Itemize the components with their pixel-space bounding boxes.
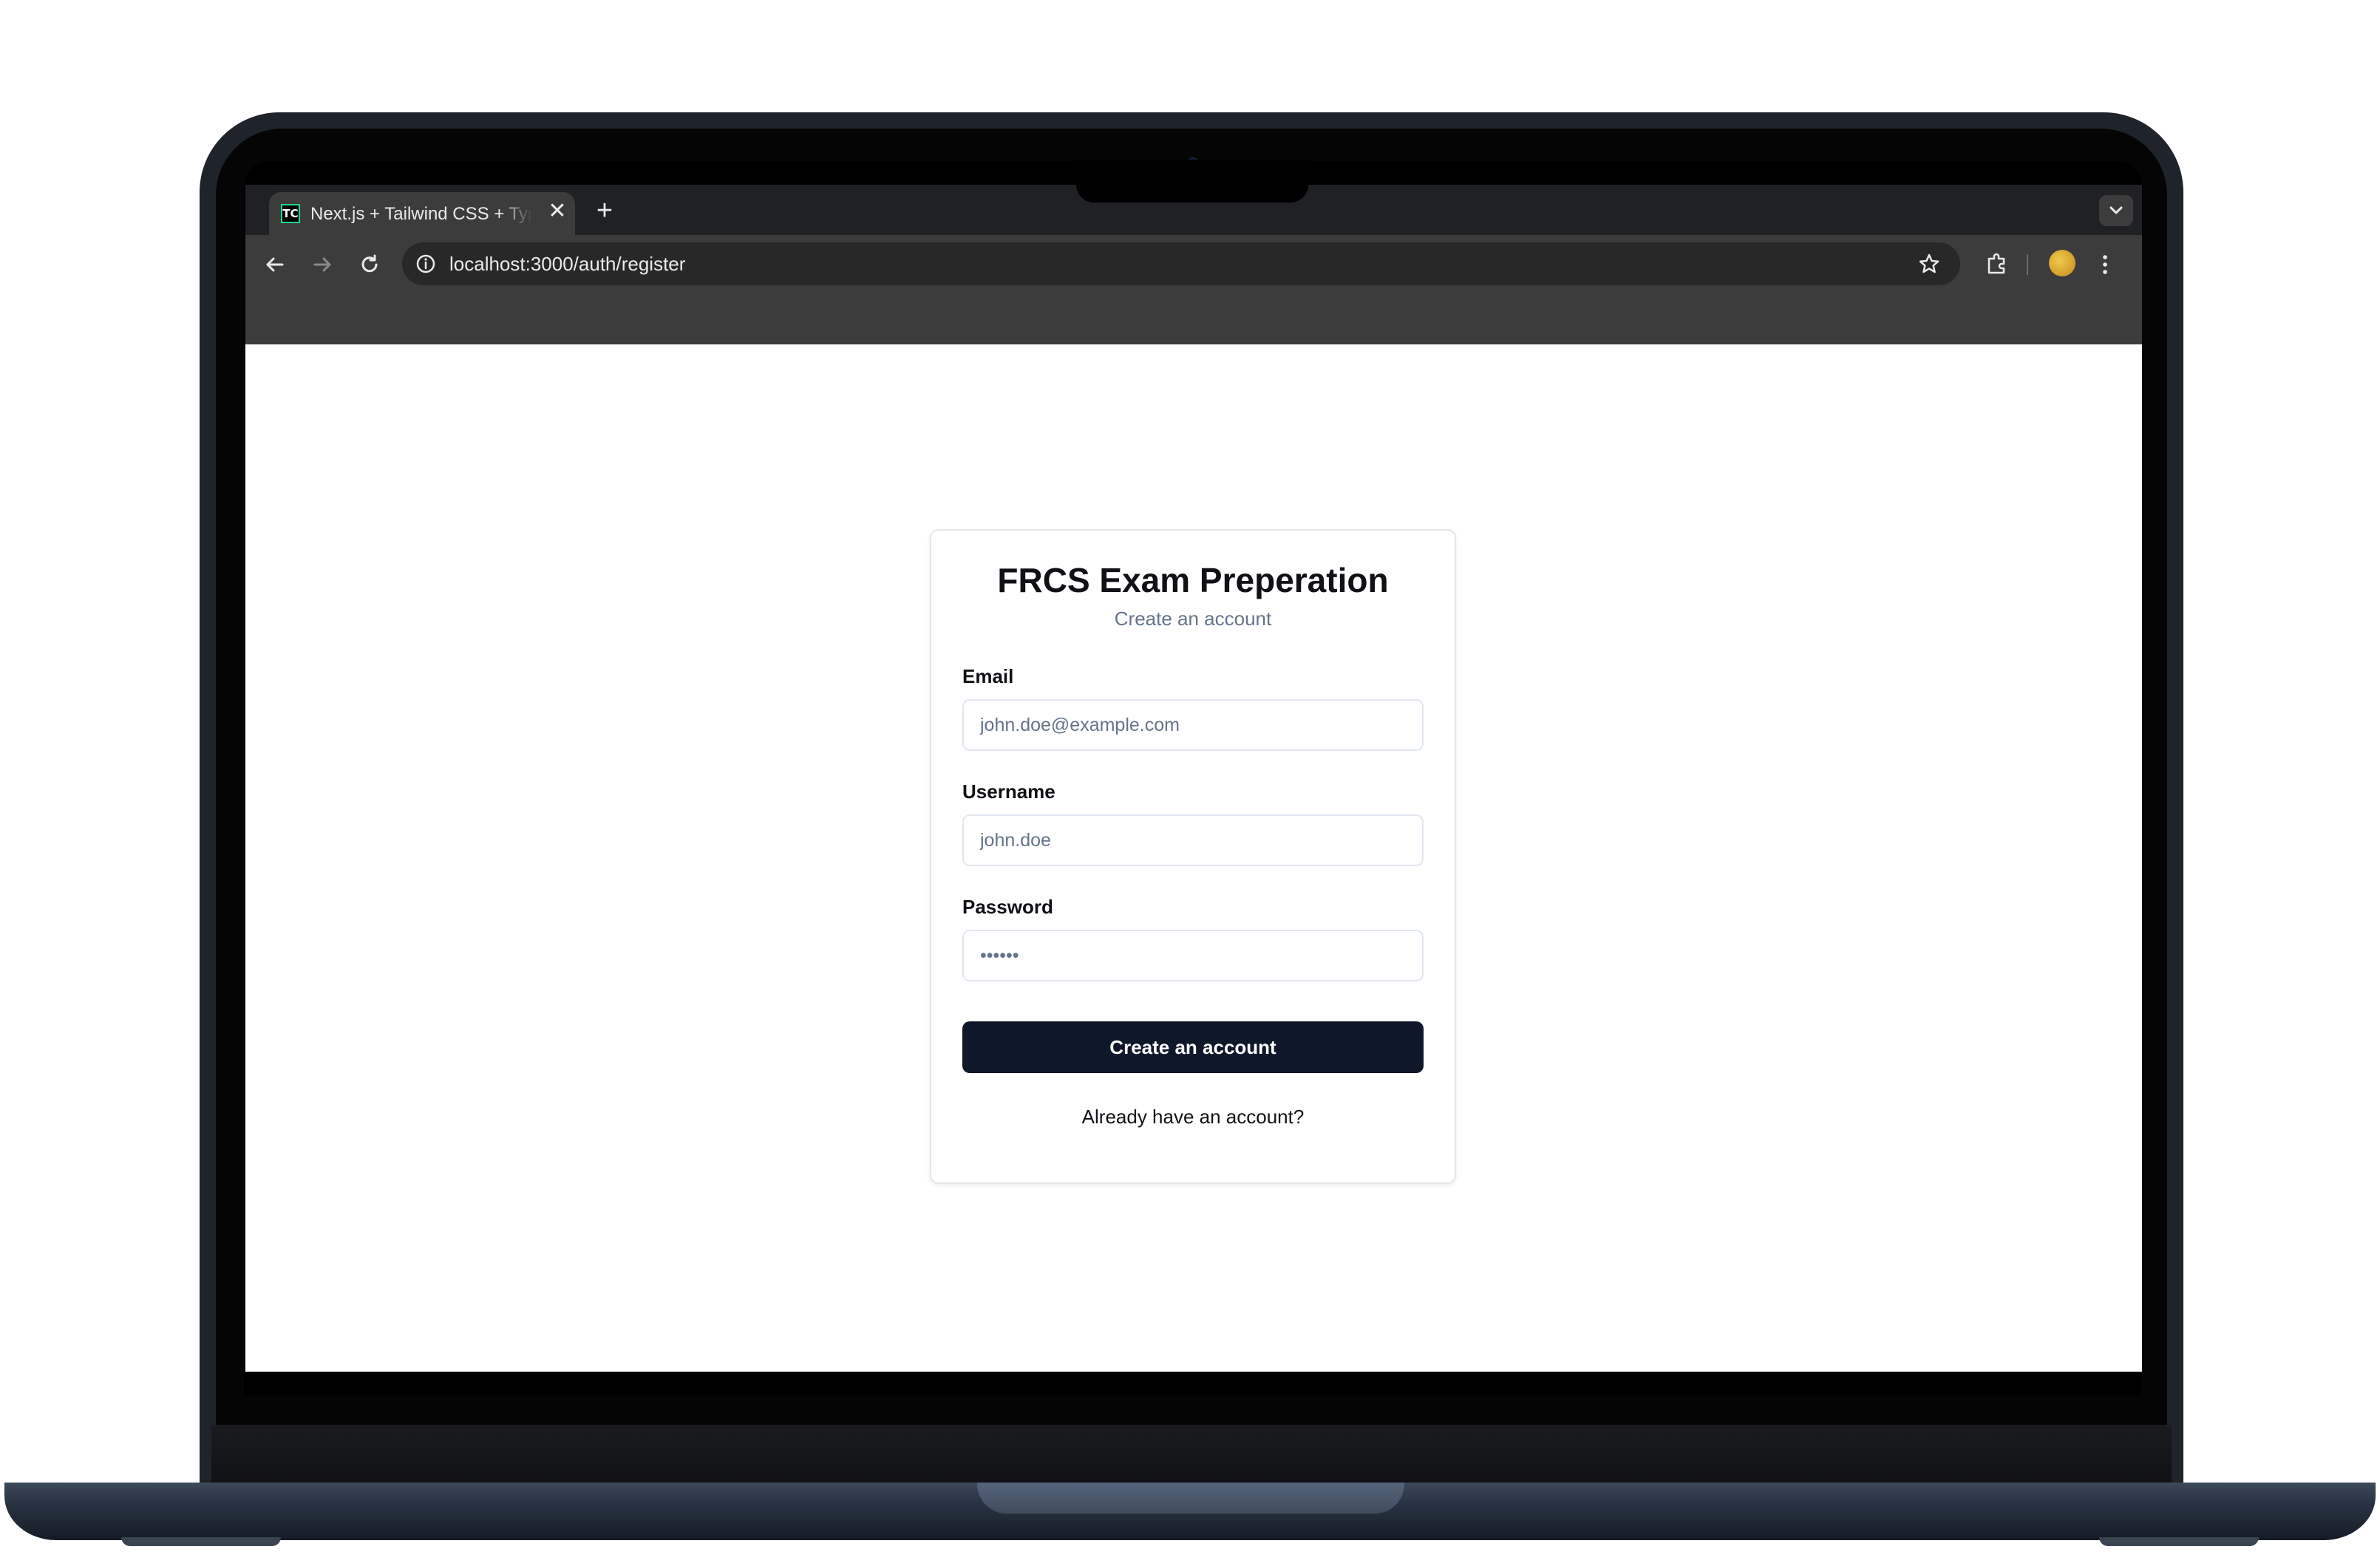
extensions-puzzle-icon[interactable]: [1982, 248, 2012, 278]
screenshot-stage: TC Next.js + Tailwind CSS + TypeScript S…: [0, 0, 2380, 1552]
password-label: Password: [962, 896, 1053, 918]
screen-bottom-strip: [245, 1372, 2142, 1394]
forward-arrow-icon[interactable]: [307, 250, 337, 279]
laptop-hinge: [211, 1425, 2172, 1484]
create-account-button[interactable]: Create an account: [962, 1021, 1424, 1073]
password-input[interactable]: [962, 930, 1424, 981]
bookmark-star-icon[interactable]: [1917, 252, 1941, 276]
laptop-foot-left: [121, 1537, 281, 1546]
username-input[interactable]: [962, 814, 1424, 866]
browser-tab-active[interactable]: TC Next.js + Tailwind CSS + TypeScript S…: [269, 192, 575, 235]
site-info-icon[interactable]: [415, 253, 436, 274]
bookmarks-bar: [245, 294, 2142, 344]
laptop-open-notch: [977, 1483, 1404, 1514]
email-input[interactable]: [962, 699, 1424, 751]
tab-close-icon[interactable]: ✕: [545, 200, 569, 223]
profile-avatar[interactable]: [2049, 250, 2075, 276]
address-bar-url: localhost:3000/auth/register: [449, 253, 686, 275]
laptop-foot-right: [2099, 1537, 2259, 1546]
back-arrow-icon[interactable]: [260, 250, 290, 279]
browser-toolbar: localhost:3000/auth/register: [245, 235, 2142, 294]
browser-window: TC Next.js + Tailwind CSS + TypeScript S…: [245, 185, 2142, 1394]
tab-search-button[interactable]: [2099, 195, 2133, 226]
reload-icon[interactable]: [355, 250, 384, 279]
page-subtitle: Create an account: [1114, 607, 1272, 630]
register-card: FRCS Exam Preperation Create an account …: [930, 529, 1456, 1184]
username-label: Username: [962, 780, 1055, 803]
tab-favicon-icon: TC: [281, 204, 300, 223]
login-link[interactable]: Already have an account?: [931, 1106, 1455, 1129]
address-bar[interactable]: localhost:3000/auth/register: [402, 242, 1960, 285]
toolbar-separator: [2027, 254, 2028, 275]
email-label: Email: [962, 665, 1014, 687]
page-viewport: FRCS Exam Preperation Create an account …: [245, 344, 2142, 1372]
tab-title: Next.js + Tailwind CSS + TypeScript Star…: [310, 204, 532, 224]
more-menu-icon[interactable]: [2098, 250, 2112, 279]
page-title: FRCS Exam Preperation: [997, 561, 1389, 599]
new-tab-button[interactable]: +: [590, 197, 619, 226]
chevron-down-icon: [2109, 206, 2123, 214]
camera-notch: [1076, 160, 1308, 202]
